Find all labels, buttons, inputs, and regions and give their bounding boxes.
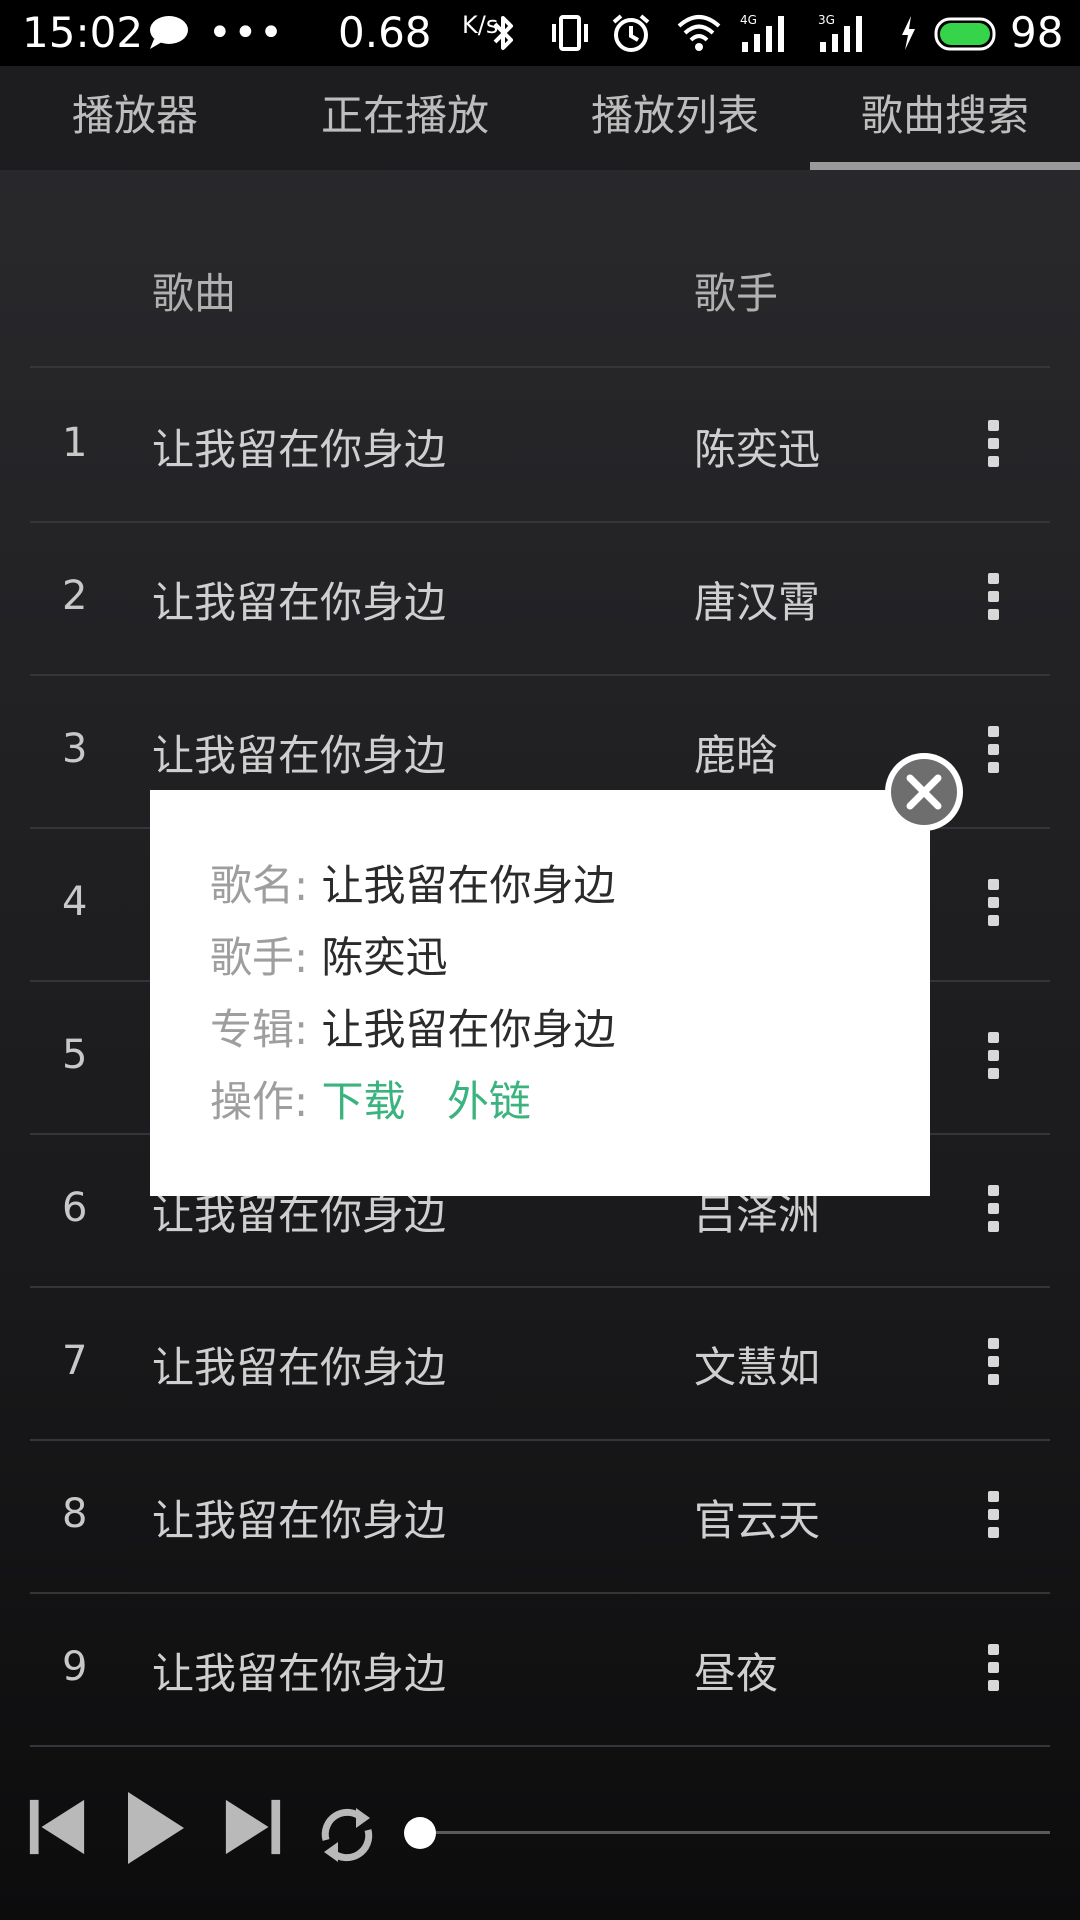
active-tab-indicator [810, 162, 1080, 170]
row-song-title: 让我留在你身边 [152, 1496, 447, 1545]
header-artist: 歌手 [694, 269, 779, 318]
dialog-song-row: 歌名: 让我留在你身边 [210, 852, 616, 913]
charging-icon [902, 16, 915, 50]
play-icon[interactable] [124, 1786, 188, 1870]
row-artist: 陈奕迅 [694, 425, 821, 474]
dialog-artist-row: 歌手: 陈奕迅 [210, 924, 448, 985]
row-song-title: 让我留在你身边 [152, 425, 447, 474]
next-icon[interactable] [222, 1796, 284, 1858]
row-number: 9 [62, 1644, 88, 1690]
bluetooth-icon [493, 16, 513, 50]
external-link[interactable]: 外链 [447, 1077, 531, 1126]
status-time: 15:02 [22, 8, 144, 57]
more-vertical-icon[interactable] [988, 1644, 1000, 1692]
dialog-album-value: 让我留在你身边 [321, 1005, 616, 1054]
row-artist: 唐汉霄 [694, 578, 821, 627]
vibrate-icon [552, 15, 588, 51]
more-vertical-icon[interactable] [988, 1185, 1000, 1233]
repeat-icon[interactable] [312, 1800, 382, 1870]
progress-knob[interactable] [404, 1817, 436, 1849]
download-link[interactable]: 下载 [322, 1077, 406, 1126]
row-artist: 鹿晗 [694, 731, 779, 780]
row-number: 1 [62, 420, 88, 466]
row-artist: 文慧如 [694, 1343, 821, 1392]
dialog-song-label: 歌名: [210, 861, 309, 910]
dialog-artist-label: 歌手: [210, 933, 309, 982]
tab-now-playing[interactable]: 正在播放 [270, 66, 540, 166]
dialog-artist-value: 陈奕迅 [321, 933, 448, 982]
row-song-title: 让我留在你身边 [152, 731, 447, 780]
header-song: 歌曲 [152, 269, 237, 318]
previous-icon[interactable] [26, 1796, 88, 1858]
row-number: 8 [62, 1491, 88, 1537]
svg-text:4G: 4G [740, 13, 757, 27]
row-song-title: 让我留在你身边 [152, 1343, 447, 1392]
dialog-action-row: 操作: 下载 外链 [210, 1068, 559, 1129]
list-header: 歌曲 歌手 [30, 220, 1050, 368]
status-bar: 15:02 ••• 0.68 K/s 4G 3G 98 [0, 0, 1080, 66]
more-vertical-icon[interactable] [988, 573, 1000, 621]
row-number: 7 [62, 1338, 88, 1384]
close-icon[interactable] [882, 750, 966, 834]
tab-player[interactable]: 播放器 [0, 66, 270, 166]
row-number: 6 [62, 1185, 88, 1231]
more-vertical-icon[interactable] [988, 1338, 1000, 1386]
dialog-action-label: 操作: [210, 1077, 309, 1126]
dialog-song-value: 让我留在你身边 [321, 861, 616, 910]
row-number: 5 [62, 1032, 88, 1078]
player-bar [0, 1770, 1080, 1920]
song-row[interactable]: 8 让我留在你身边 官云天 [30, 1439, 1050, 1594]
song-row[interactable]: 9 让我留在你身边 昼夜 [30, 1592, 1050, 1747]
song-info-dialog: 歌名: 让我留在你身边 歌手: 陈奕迅 专辑: 让我留在你身边 操作: 下载 外… [150, 790, 930, 1196]
alarm-icon [612, 14, 650, 52]
row-song-title: 让我留在你身边 [152, 578, 447, 627]
more-vertical-icon[interactable] [988, 726, 1000, 774]
svg-text:3G: 3G [818, 13, 835, 27]
tab-bar: 播放器 正在播放 播放列表 歌曲搜索 [0, 66, 1080, 170]
song-row[interactable]: 2 让我留在你身边 唐汉霄 [30, 521, 1050, 676]
tab-song-search[interactable]: 歌曲搜索 [810, 66, 1080, 166]
dialog-album-label: 专辑: [210, 1005, 309, 1054]
dialog-album-row: 专辑: 让我留在你身边 [210, 996, 616, 1057]
network-speed: 0.68 [338, 8, 432, 57]
signal-4g-icon: 4G [740, 13, 784, 52]
tab-playlist[interactable]: 播放列表 [540, 66, 810, 166]
screen: 15:02 ••• 0.68 K/s 4G 3G 98 播放器 正在播放 播放列… [0, 0, 1080, 1920]
wifi-icon [677, 15, 721, 51]
row-song-title: 让我留在你身边 [152, 1649, 447, 1698]
row-number: 4 [62, 879, 88, 925]
row-artist: 昼夜 [694, 1649, 779, 1698]
row-number: 2 [62, 573, 88, 619]
song-row[interactable]: 1 让我留在你身边 陈奕迅 [30, 368, 1050, 523]
more-vertical-icon[interactable] [988, 1491, 1000, 1539]
row-artist: 官云天 [694, 1496, 821, 1545]
signal-3g-icon: 3G [818, 13, 862, 52]
more-vertical-icon[interactable] [988, 1032, 1000, 1080]
battery-icon [934, 17, 996, 51]
row-number: 3 [62, 726, 88, 772]
song-row[interactable]: 7 让我留在你身边 文慧如 [30, 1286, 1050, 1441]
more-vertical-icon[interactable] [988, 879, 1000, 927]
battery-percent: 98 [1010, 8, 1064, 57]
chat-bubble-icon [150, 16, 188, 49]
status-more-dots: ••• [208, 10, 285, 56]
more-vertical-icon[interactable] [988, 420, 1000, 468]
progress-track[interactable] [420, 1831, 1050, 1834]
